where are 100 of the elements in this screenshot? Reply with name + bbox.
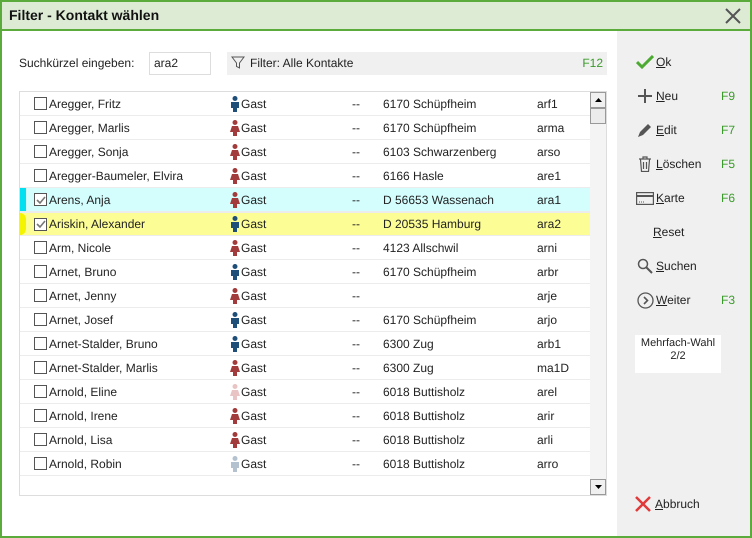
checkbox[interactable] [34, 289, 47, 302]
table-cell-text: Gast [240, 144, 268, 160]
close-button[interactable] [723, 6, 743, 26]
checkbox[interactable] [34, 193, 47, 206]
table-cell-text: ma1D [537, 360, 570, 376]
table-cell-text: arro [537, 456, 558, 472]
scroll-up-button[interactable] [590, 92, 606, 108]
table-cell: 6018 Buttisholz [383, 384, 466, 398]
action-button[interactable]: Suchen [635, 249, 735, 283]
table-cell: 6300 Zug [383, 336, 434, 350]
checkbox[interactable] [34, 433, 47, 446]
action-button[interactable]: Weiter F3 [635, 283, 735, 317]
table-cell-text: -- [352, 96, 361, 112]
table-cell-text: arjo [537, 312, 558, 328]
pencil-icon [637, 122, 653, 138]
table-cell-text: Arnold, Lisa [48, 432, 114, 448]
up-arrow-icon [594, 98, 602, 102]
table-cell: D 20535 Hamburg [383, 217, 482, 231]
checkbox[interactable] [34, 145, 47, 158]
multi-select-count: 2/2 [670, 350, 686, 363]
table-cell-text: arf1 [537, 96, 558, 112]
table-cell-text: -- [352, 144, 361, 160]
action-button[interactable]: Ok [635, 45, 735, 79]
table-cell: 6018 Buttisholz [383, 432, 466, 446]
filter-icon [231, 56, 245, 70]
checkbox[interactable] [34, 313, 47, 326]
scrollbar[interactable] [590, 92, 606, 495]
table-cell: 6300 Zug [383, 360, 434, 374]
table-cell: 6170 Schüpfheim [383, 264, 476, 278]
table-cell-text: Gast [240, 96, 268, 112]
checkbox[interactable] [34, 385, 47, 398]
table-cell-text: arel [537, 384, 558, 400]
table-row[interactable]: Ariskin, Alexander Gast -- D 20535 Hamburg ara2 [20, 212, 590, 236]
table-cell-text: Gast [240, 456, 268, 472]
action-button[interactable]: Karte F6 [635, 181, 735, 215]
scroll-thumb[interactable] [590, 108, 606, 124]
table-cell-text: Arnet, Jenny [48, 288, 118, 304]
checkbox[interactable] [34, 265, 47, 278]
table-cell-text: Ariskin, Alexander [48, 216, 146, 233]
table-cell-text: -- [352, 432, 361, 448]
table-cell-text: are1 [537, 168, 562, 184]
card-icon [636, 192, 654, 204]
table-cell-text: arir [537, 408, 554, 424]
filter-label: Filter: Alle Kontakte [250, 55, 354, 72]
checkbox[interactable] [34, 241, 47, 254]
table-cell-text: Gast [240, 264, 268, 280]
checkbox[interactable] [34, 337, 47, 350]
table-cell-text: Gast [240, 312, 268, 328]
action-button[interactable]: Edit F7 [635, 113, 735, 147]
filter-bar[interactable]: Filter: Alle Kontakte F12 [227, 52, 607, 74]
table-cell-text: Aregger, Fritz [48, 96, 122, 112]
action-button[interactable]: Reset [635, 215, 735, 249]
table-cell-text: Arm, Nicole [48, 240, 112, 256]
table-cell-text: Arnet, Josef [48, 312, 114, 328]
search-field[interactable]: ara2 [149, 52, 211, 74]
table-cell-text: Gast [240, 360, 268, 376]
table-cell: 6170 Schüpfheim [383, 312, 476, 326]
table-cell-text: Aregger-Baumeler, Elvira [48, 168, 184, 184]
checkbox[interactable] [34, 409, 47, 422]
checkbox[interactable] [34, 218, 47, 230]
table-cell-text: Arens, Anja [48, 192, 112, 208]
check-icon [636, 55, 654, 69]
checkbox[interactable] [34, 169, 47, 182]
table-cell-text: Gast [240, 168, 268, 184]
forward-icon [636, 292, 654, 308]
table-cell-text: -- [352, 168, 361, 184]
table-row[interactable]: Arens, Anja Gast -- D 56653 Wassenach ara1 [20, 188, 590, 212]
table-cell: D 56653 Wassenach [383, 192, 494, 206]
table-cell-text: -- [352, 240, 361, 256]
checkbox[interactable] [34, 97, 47, 110]
row-marker [20, 188, 26, 211]
table-cell-text: -- [352, 288, 361, 304]
scroll-down-button[interactable] [590, 479, 606, 495]
checkbox[interactable] [34, 457, 47, 470]
table-cell-text: Gast [240, 216, 268, 233]
table-cell-text: Gast [240, 336, 268, 352]
trash-icon [638, 156, 652, 172]
action-button[interactable]: Löschen F5 [635, 147, 735, 181]
table-cell-text: Arnold, Robin [48, 456, 123, 472]
cancel-button[interactable]: Abbruch [635, 492, 735, 516]
table-cell-text: -- [352, 264, 361, 280]
table-cell: 6170 Schüpfheim [383, 120, 476, 134]
search-icon [637, 258, 653, 274]
window-title: Filter - Kontakt wählen [9, 6, 160, 25]
table-cell-text: arb1 [537, 336, 562, 352]
table-cell-text: Aregger, Sonja [48, 144, 130, 160]
table-cell-text: Gast [240, 120, 268, 136]
checkbox[interactable] [34, 361, 47, 374]
down-arrow-icon [594, 485, 602, 489]
checkbox[interactable] [34, 121, 47, 134]
table-cell-text: arma [537, 120, 564, 136]
table-cell: 4123 Allschwil [383, 240, 458, 254]
table-cell: 6018 Buttisholz [383, 456, 466, 470]
check-icon [36, 220, 46, 228]
table-cell-text: -- [352, 216, 361, 233]
action-button[interactable]: Neu F9 [635, 79, 735, 113]
table-cell-text: -- [352, 312, 361, 328]
table-cell-text: Arnet-Stalder, Bruno [48, 336, 159, 352]
table-cell: 6166 Hasle [383, 168, 444, 182]
check-icon [36, 196, 46, 204]
